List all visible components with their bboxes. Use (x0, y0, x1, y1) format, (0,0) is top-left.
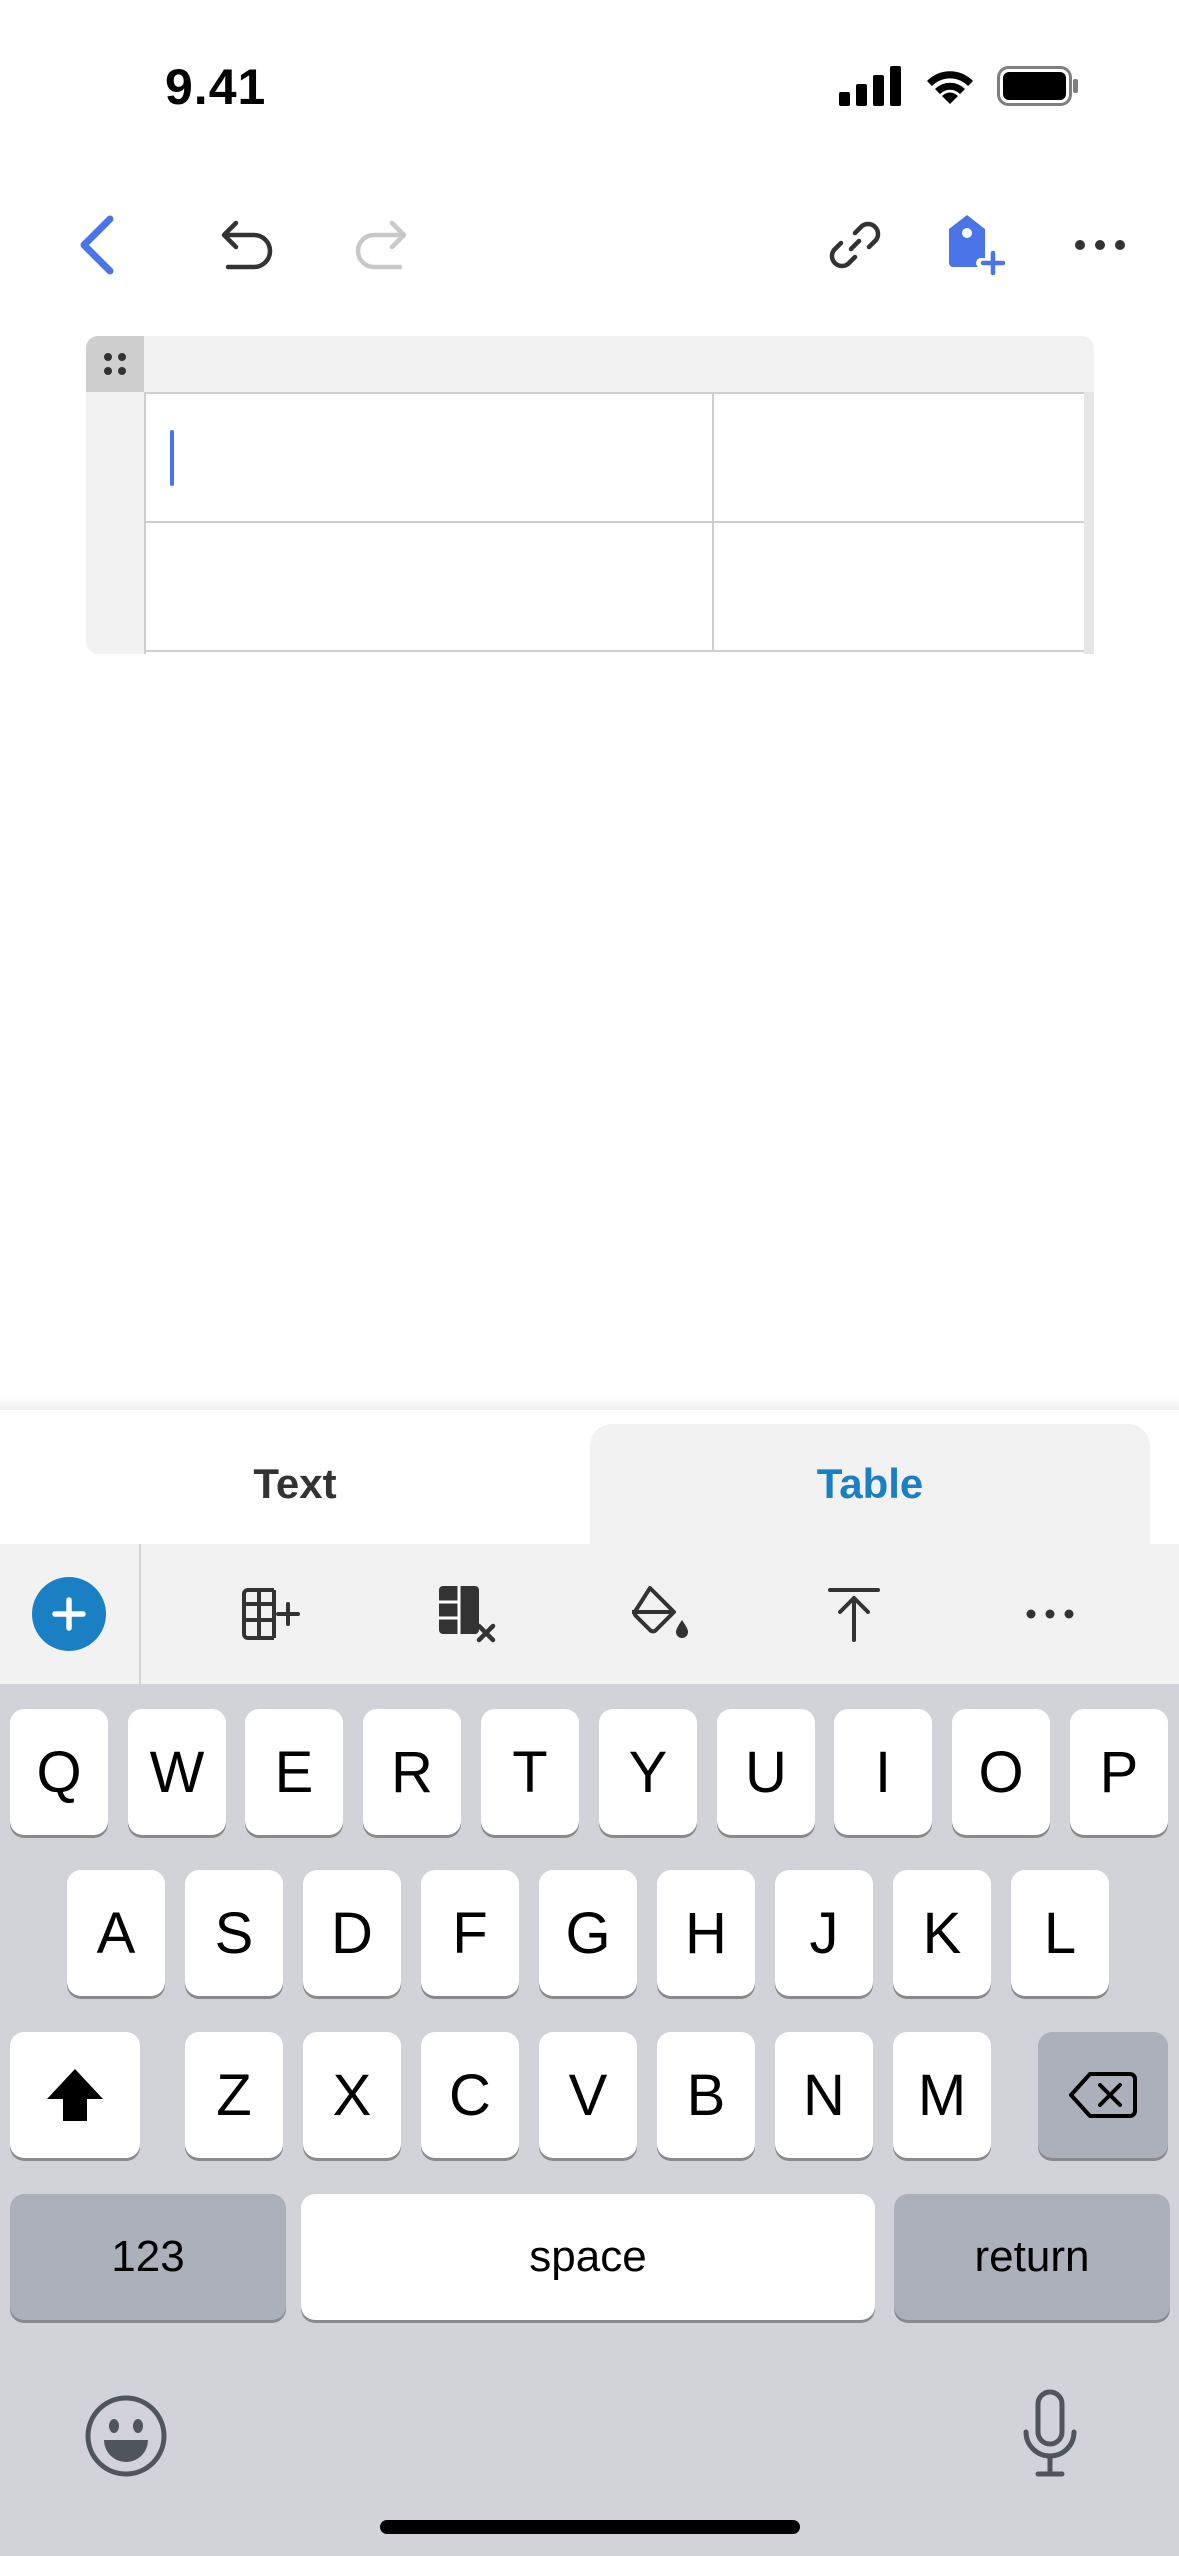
undo-button[interactable] (203, 190, 293, 300)
status-icons (839, 66, 1079, 106)
microphone-icon (1023, 2389, 1077, 2477)
table-tools-bar (0, 1544, 1179, 1684)
keyboard: Q W E R T Y U I O P A S D F G H J K L Z … (0, 1684, 1179, 2556)
key-m[interactable]: M (893, 2032, 991, 2158)
key-v[interactable]: V (539, 2032, 637, 2158)
undo-icon (221, 220, 273, 270)
table-block (86, 336, 1094, 654)
key-l[interactable]: L (1011, 1870, 1109, 1996)
key-w[interactable]: W (128, 1709, 226, 1835)
text-cursor (170, 430, 174, 486)
fill-color-icon (632, 1586, 688, 1638)
back-button[interactable] (52, 190, 142, 300)
link-icon (829, 221, 881, 269)
key-a[interactable]: A (67, 1870, 165, 1996)
table-grid (144, 392, 1092, 654)
space-key[interactable]: space (301, 2194, 875, 2320)
table-cell[interactable] (146, 523, 714, 650)
key-b[interactable]: B (657, 2032, 755, 2158)
fill-color-button[interactable] (605, 1544, 715, 1684)
table-cell[interactable] (146, 394, 714, 521)
key-y[interactable]: Y (599, 1709, 697, 1835)
more-horizontal-icon (1075, 240, 1125, 250)
emoji-icon (85, 2395, 167, 2477)
key-x[interactable]: X (303, 2032, 401, 2158)
key-k[interactable]: K (893, 1870, 991, 1996)
dictation-button[interactable] (1008, 2384, 1092, 2484)
key-j[interactable]: J (775, 1870, 873, 1996)
delete-column-button[interactable] (412, 1544, 522, 1684)
more-tools-button[interactable] (995, 1544, 1105, 1684)
insert-block-button[interactable] (14, 1544, 124, 1684)
chevron-left-icon (80, 215, 114, 275)
delete-key[interactable] (1038, 2032, 1168, 2158)
link-button[interactable] (810, 190, 900, 300)
battery-icon (997, 66, 1078, 106)
key-c[interactable]: C (421, 2032, 519, 2158)
table-scroll-edge[interactable] (1084, 392, 1094, 654)
key-d[interactable]: D (303, 1870, 401, 1996)
more-options-button[interactable] (1055, 190, 1145, 300)
wifi-icon (927, 71, 973, 104)
key-q[interactable]: Q (10, 1709, 108, 1835)
drag-handle-icon (104, 353, 126, 375)
key-r[interactable]: R (363, 1709, 461, 1835)
home-indicator[interactable] (380, 2520, 800, 2534)
panel-divider (0, 1398, 1179, 1410)
key-o[interactable]: O (952, 1709, 1050, 1835)
shift-icon (47, 2069, 103, 2121)
insert-column-button[interactable] (215, 1544, 325, 1684)
align-top-button[interactable] (799, 1544, 909, 1684)
key-e[interactable]: E (245, 1709, 343, 1835)
editor-toolbar (0, 190, 1179, 300)
status-time: 9.41 (165, 59, 267, 115)
key-z[interactable]: Z (185, 2032, 283, 2158)
key-i[interactable]: I (834, 1709, 932, 1835)
align-top-icon (828, 1588, 880, 1642)
redo-icon (355, 220, 407, 270)
more-icon (1026, 1609, 1074, 1619)
tab-table[interactable]: Table (590, 1424, 1150, 1544)
backspace-icon (1069, 2072, 1137, 2118)
table-row (146, 394, 1092, 523)
insert-column-icon (242, 1588, 300, 1640)
table-cell[interactable] (714, 523, 1090, 650)
format-tabs: Text Table (0, 1410, 1179, 1544)
table-drag-handle[interactable] (86, 336, 144, 392)
table-row (146, 523, 1092, 652)
tab-text[interactable]: Text (0, 1424, 590, 1544)
key-f[interactable]: F (421, 1870, 519, 1996)
cellular-signal-icon (839, 66, 901, 106)
redo-button[interactable] (335, 190, 425, 300)
add-tag-button[interactable] (930, 190, 1020, 300)
add-icon (32, 1577, 106, 1651)
key-t[interactable]: T (481, 1709, 579, 1835)
key-n[interactable]: N (775, 2032, 873, 2158)
tools-divider (139, 1544, 141, 1684)
return-key[interactable]: return (894, 2194, 1170, 2320)
key-s[interactable]: S (185, 1870, 283, 1996)
numbers-key[interactable]: 123 (10, 2194, 286, 2320)
tag-add-icon (949, 215, 1007, 279)
shift-key[interactable] (10, 2032, 140, 2158)
table-cell[interactable] (714, 394, 1090, 521)
key-g[interactable]: G (539, 1870, 637, 1996)
key-p[interactable]: P (1070, 1709, 1168, 1835)
delete-column-icon (439, 1586, 496, 1643)
key-u[interactable]: U (717, 1709, 815, 1835)
key-h[interactable]: H (657, 1870, 755, 1996)
emoji-button[interactable] (82, 2392, 170, 2480)
status-bar: 9.41 (0, 0, 1179, 150)
